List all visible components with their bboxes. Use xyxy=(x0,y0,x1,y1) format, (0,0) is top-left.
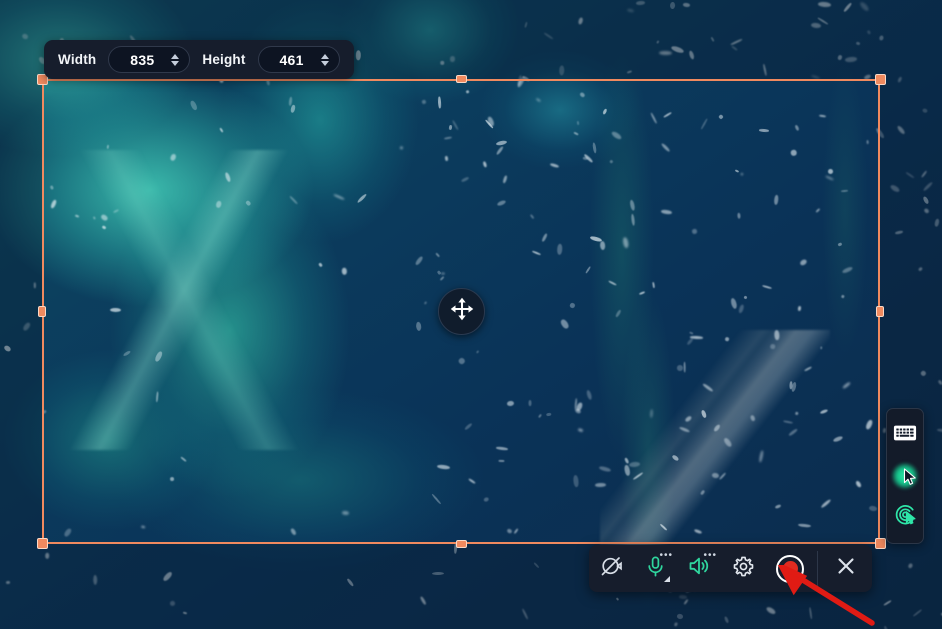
width-label: Width xyxy=(58,52,97,67)
height-value[interactable]: 461 xyxy=(259,52,321,68)
capture-tools-panel xyxy=(886,408,924,544)
system-audio-options-dots[interactable]: ••• xyxy=(703,551,717,561)
close-button[interactable] xyxy=(820,545,872,592)
settings-button[interactable] xyxy=(721,545,765,592)
resize-handle-top-center[interactable] xyxy=(456,75,467,83)
chevron-down-icon[interactable] xyxy=(320,60,329,66)
width-stepper[interactable] xyxy=(171,53,183,66)
highlight-cursor-button[interactable] xyxy=(889,458,921,494)
height-stepper[interactable] xyxy=(320,53,333,66)
resize-handle-bottom-left[interactable] xyxy=(37,538,48,549)
resize-handle-bottom-right[interactable] xyxy=(875,538,886,549)
width-input-field[interactable]: 835 xyxy=(108,46,191,73)
click-effects-button[interactable] xyxy=(889,499,921,535)
system-audio-button[interactable]: ••• xyxy=(677,545,721,592)
gear-icon xyxy=(732,555,755,583)
resize-handle-top-right[interactable] xyxy=(875,74,886,85)
chevron-up-icon[interactable] xyxy=(171,53,180,59)
webcam-off-button[interactable] xyxy=(589,545,633,592)
toolbar-divider xyxy=(817,550,818,587)
width-value[interactable]: 835 xyxy=(109,52,171,68)
move-selection-handle[interactable] xyxy=(438,288,485,335)
dim-overlay-left xyxy=(0,79,42,544)
webcam-off-icon xyxy=(599,554,623,583)
resize-handle-middle-left[interactable] xyxy=(38,306,46,317)
screen-capture-overlay: Width 835 Height 461 ••• ••• xyxy=(0,0,942,629)
height-label: Height xyxy=(202,52,246,67)
microphone-button[interactable]: ••• xyxy=(633,545,677,592)
chevron-down-icon[interactable] xyxy=(171,60,180,66)
resize-handle-middle-right[interactable] xyxy=(876,306,884,317)
move-arrows-icon xyxy=(449,296,475,327)
cursor-highlight-icon xyxy=(903,468,918,491)
chevron-up-icon[interactable] xyxy=(320,53,329,59)
microphone-dropdown-caret[interactable] xyxy=(664,576,670,582)
record-button[interactable] xyxy=(765,545,815,592)
record-ring xyxy=(776,554,804,583)
close-x-icon xyxy=(834,554,858,583)
keyboard-icon xyxy=(893,424,917,447)
record-dot xyxy=(782,561,798,576)
recording-toolbar: ••• ••• xyxy=(589,545,872,592)
microphone-options-dots[interactable]: ••• xyxy=(659,551,673,561)
height-input-field[interactable]: 461 xyxy=(257,46,340,73)
selection-size-bar: Width 835 Height 461 xyxy=(44,40,354,79)
show-keystrokes-button[interactable] xyxy=(889,417,921,453)
resize-handle-bottom-center[interactable] xyxy=(456,540,467,548)
click-effect-icon xyxy=(893,502,918,532)
